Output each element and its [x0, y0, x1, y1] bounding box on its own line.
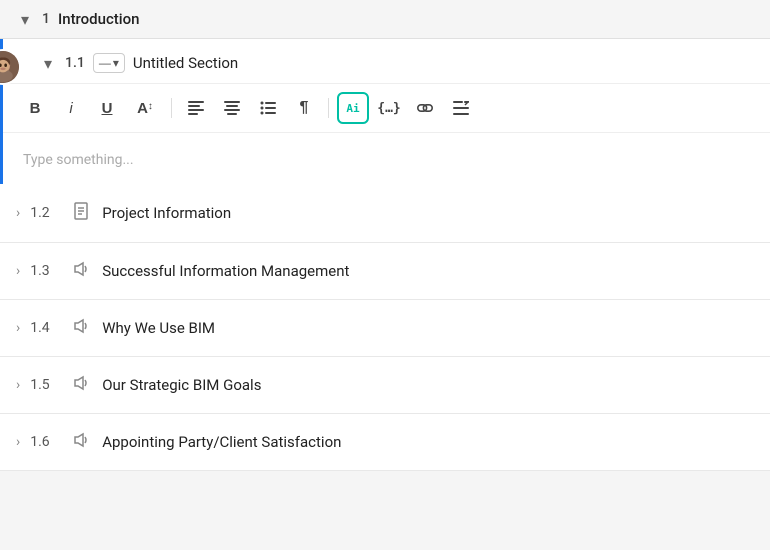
- item-title: Successful Information Management: [102, 262, 349, 280]
- toolbar-separator-1: [171, 98, 172, 118]
- megaphone-icon: [70, 432, 92, 452]
- subsection-header-content: ▾ 1.1 — ▾ Untitled Section: [15, 53, 238, 73]
- main-section-header[interactable]: ▾ 1 Introduction: [0, 0, 770, 39]
- code-block-button[interactable]: {…}: [373, 92, 405, 124]
- link-button[interactable]: [409, 92, 441, 124]
- main-section-number: 1: [42, 11, 50, 27]
- font-size-button[interactable]: A↕: [127, 92, 163, 124]
- chevron-right-icon: ›: [16, 263, 20, 279]
- ai-label: Ai: [346, 102, 359, 115]
- ai-button[interactable]: Ai: [337, 92, 369, 124]
- underline-button[interactable]: U: [91, 92, 123, 124]
- megaphone-icon: [70, 375, 92, 395]
- subsection-header: ▾ 1.1 — ▾ Untitled Section: [3, 39, 770, 83]
- main-chevron-icon[interactable]: ▾: [16, 10, 34, 28]
- subsection-chevron-icon[interactable]: ▾: [39, 54, 57, 72]
- more-options-button[interactable]: [445, 92, 477, 124]
- subsection-container: ▾ 1.1 — ▾ Untitled Section B i U A↕: [0, 39, 770, 184]
- document-icon: [70, 202, 92, 224]
- align-center-button[interactable]: [216, 92, 248, 124]
- toolbar-separator-2: [328, 98, 329, 118]
- dropdown-label: —: [99, 56, 111, 70]
- chevron-right-icon: ›: [16, 377, 20, 393]
- item-number: 1.6: [30, 434, 60, 450]
- megaphone-icon: [70, 318, 92, 338]
- align-left-button[interactable]: [180, 92, 212, 124]
- subsection-dropdown-btn[interactable]: — ▾: [93, 53, 125, 73]
- italic-button[interactable]: i: [55, 92, 87, 124]
- list-item[interactable]: › 1.3 Successful Information Management: [0, 243, 770, 300]
- dropdown-arrow-icon: ▾: [113, 56, 119, 70]
- item-number: 1.4: [30, 320, 60, 336]
- paragraph-button[interactable]: ¶: [288, 92, 320, 124]
- chevron-right-icon: ›: [16, 205, 20, 221]
- chevron-right-icon: ›: [16, 320, 20, 336]
- item-title: Appointing Party/Client Satisfaction: [102, 433, 341, 451]
- sections-list: › 1.2 Project Information › 1.3 Successf…: [0, 184, 770, 471]
- subsection-number: 1.1: [65, 55, 85, 71]
- editor-area[interactable]: Type something...: [3, 133, 770, 184]
- subsection-title: Untitled Section: [133, 54, 238, 72]
- bold-button[interactable]: B: [19, 92, 51, 124]
- list-item[interactable]: › 1.5 Our Strategic BIM Goals: [0, 357, 770, 414]
- main-section-title: Introduction: [58, 10, 140, 28]
- list-item[interactable]: › 1.6 Appointing Party/Client Satisfacti…: [0, 414, 770, 471]
- editor-placeholder: Type something...: [23, 152, 134, 168]
- list-item[interactable]: › 1.2 Project Information: [0, 184, 770, 243]
- item-number: 1.3: [30, 263, 60, 279]
- item-title: Project Information: [102, 204, 231, 222]
- chevron-right-icon: ›: [16, 434, 20, 450]
- avatar-image: [0, 51, 19, 83]
- megaphone-icon: [70, 261, 92, 281]
- item-number: 1.2: [30, 205, 60, 221]
- formatting-toolbar: B i U A↕: [3, 83, 770, 133]
- item-number: 1.5: [30, 377, 60, 393]
- list-button[interactable]: [252, 92, 284, 124]
- list-item[interactable]: › 1.4 Why We Use BIM: [0, 300, 770, 357]
- item-title: Our Strategic BIM Goals: [102, 376, 261, 394]
- item-title: Why We Use BIM: [102, 319, 215, 337]
